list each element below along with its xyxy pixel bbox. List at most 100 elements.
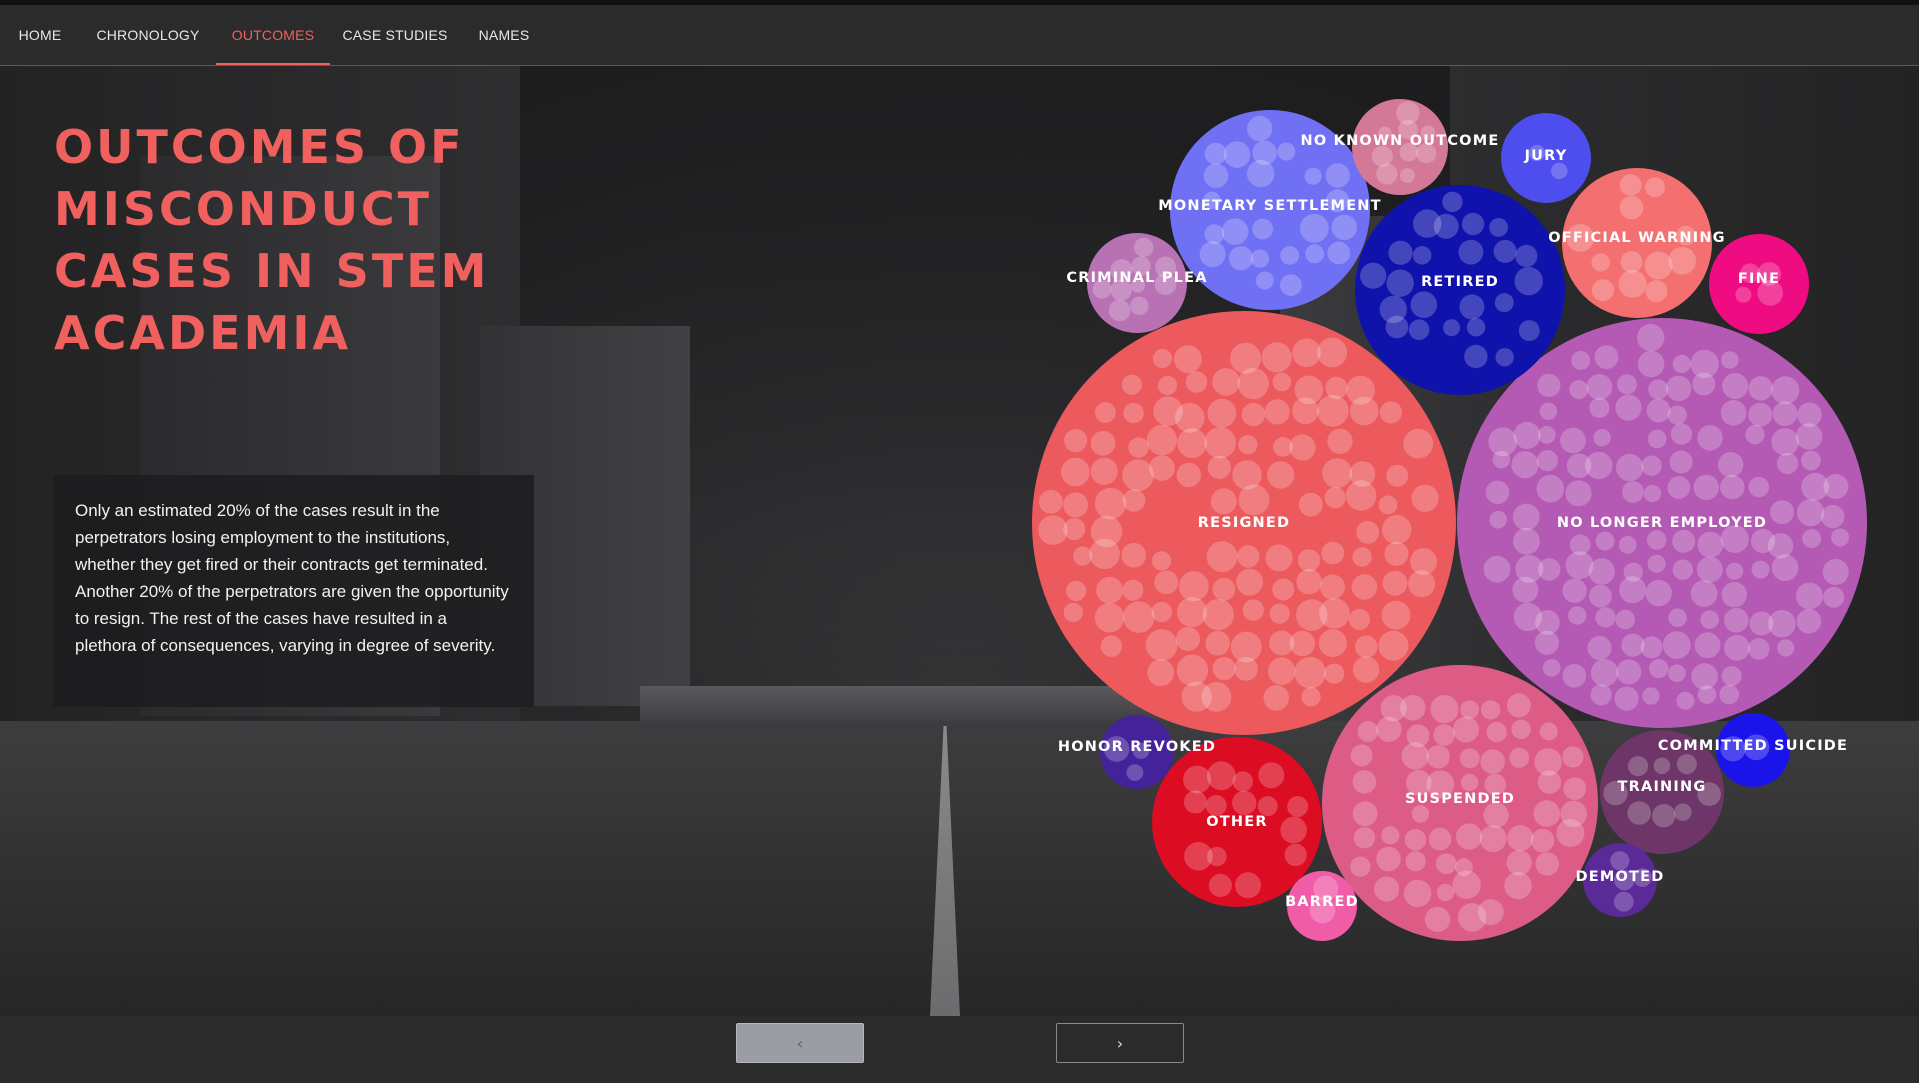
- bubble-dot: [1210, 488, 1237, 515]
- bubble-dot: [1459, 294, 1485, 320]
- bubble-dot: [1495, 348, 1514, 367]
- bubble-label: OTHER: [1206, 814, 1267, 830]
- bubble-dot: [1146, 424, 1178, 456]
- bubble-dot: [1299, 213, 1329, 243]
- bubble-dot: [1352, 547, 1372, 567]
- bubble-dot: [1460, 700, 1479, 720]
- bubble-dot: [1410, 291, 1438, 318]
- bubble-dot: [1130, 296, 1149, 315]
- nav-chronology[interactable]: CHRONOLOGY: [80, 5, 216, 65]
- bubble-dot: [1320, 574, 1345, 600]
- bubble-dot: [1480, 749, 1505, 774]
- bubble-retired[interactable]: [1355, 185, 1565, 395]
- bubble-dot: [1255, 271, 1274, 290]
- bubble-dot: [1376, 163, 1398, 185]
- bubble-dot: [1400, 695, 1426, 721]
- bubble-dot: [1751, 560, 1770, 579]
- bubble-dot: [1697, 425, 1723, 451]
- bubble-dot: [1700, 610, 1719, 629]
- bubble-dot: [1411, 484, 1439, 512]
- bubble-dot: [1094, 603, 1125, 633]
- bubble-dot: [1376, 716, 1402, 742]
- next-page-button[interactable]: ›: [1056, 1023, 1184, 1063]
- bubble-dot: [1796, 608, 1822, 634]
- bubble-dot: [1296, 568, 1322, 595]
- bubble-dot: [1542, 659, 1561, 677]
- bubble-dot: [1327, 241, 1351, 265]
- bubble-dot: [1435, 853, 1457, 875]
- bubble-dot: [1481, 700, 1501, 720]
- bubble-dot: [1627, 756, 1649, 777]
- bubble-dot: [1535, 852, 1559, 876]
- bubble-dot: [1771, 376, 1800, 405]
- pagination-bar: ‹ ›: [0, 1016, 1919, 1083]
- bubble-dot: [1205, 795, 1227, 816]
- bubble-dot: [1831, 528, 1850, 547]
- bubble-dot: [1489, 218, 1508, 237]
- bubble-dot: [1242, 599, 1265, 621]
- bubble-dot: [1653, 757, 1671, 775]
- bubble-dot: [1202, 599, 1234, 631]
- nav-names[interactable]: NAMES: [460, 5, 548, 65]
- bubble-dot: [1667, 476, 1691, 499]
- bubble-dot: [1720, 474, 1745, 500]
- bubble-dot: [1504, 871, 1532, 900]
- bubble-dot: [1382, 570, 1408, 596]
- bubble-dot: [1492, 450, 1511, 469]
- nav-case-studies[interactable]: CASE STUDIES: [330, 5, 460, 65]
- bubble-dot: [1376, 846, 1401, 872]
- bubble-dot: [1466, 318, 1486, 337]
- bubble-dot: [1264, 399, 1290, 425]
- bubble-label: NO LONGER EMPLOYED: [1557, 515, 1767, 531]
- bubble-dot: [1384, 541, 1409, 566]
- bubble-dot: [1637, 350, 1665, 378]
- bubble-dot: [1297, 549, 1321, 572]
- bubble-dot: [1403, 428, 1434, 459]
- bubble-dot: [1428, 827, 1452, 851]
- bubble-dot: [1537, 558, 1561, 581]
- bubble-dot: [1618, 535, 1637, 554]
- bubble-label: NO KNOWN OUTCOME: [1301, 133, 1500, 149]
- bubble-dot: [1771, 554, 1799, 582]
- bubble-dot: [1486, 721, 1507, 743]
- bubble-dot: [1207, 455, 1231, 479]
- bubble-dot: [1212, 657, 1236, 681]
- bubble-dot: [1289, 434, 1316, 461]
- bubble-dot: [1408, 570, 1436, 598]
- bubble-dot: [1748, 376, 1773, 401]
- bubble-dot: [1539, 402, 1558, 420]
- bubble-dot: [1100, 635, 1123, 657]
- bubble-label: CRIMINAL PLEA: [1066, 270, 1207, 286]
- bubble-dot: [1207, 846, 1227, 867]
- bubble-dot: [1128, 437, 1149, 458]
- bubble-dot: [1360, 262, 1387, 289]
- bubble-dot: [1509, 747, 1530, 768]
- bubble-dot: [1263, 685, 1290, 711]
- bubble-dot: [1512, 576, 1539, 603]
- bubble-dot: [1536, 450, 1558, 472]
- bubble-dot: [1228, 246, 1254, 271]
- bubble-dot: [1063, 492, 1089, 518]
- bubble-label: RESIGNED: [1198, 515, 1291, 531]
- bubble-dot: [1477, 899, 1504, 926]
- bubble-dot: [1292, 338, 1321, 368]
- bubble-dot: [1748, 402, 1773, 427]
- nav-outcomes[interactable]: OUTCOMES: [216, 5, 330, 65]
- bubble-dot: [1272, 578, 1295, 601]
- bubble-dot: [1669, 450, 1693, 474]
- bubble-dot: [1610, 851, 1630, 871]
- bubble-dot: [1379, 401, 1402, 424]
- bubble-dot: [1530, 828, 1555, 853]
- bubble-dot: [1666, 375, 1692, 402]
- previous-page-button[interactable]: ‹: [736, 1023, 864, 1063]
- bubble-dot: [1090, 430, 1116, 456]
- nav-home[interactable]: HOME: [0, 5, 80, 65]
- bubble-dot: [1324, 487, 1346, 509]
- chevron-left-icon: ‹: [796, 1033, 804, 1053]
- bubble-dot: [1154, 570, 1179, 595]
- bubble-dot: [1272, 372, 1292, 392]
- bubble-dot: [1795, 423, 1823, 450]
- bubble-dot: [1064, 429, 1088, 453]
- bubble-dot: [1430, 695, 1459, 724]
- bubble-dot: [1506, 850, 1532, 876]
